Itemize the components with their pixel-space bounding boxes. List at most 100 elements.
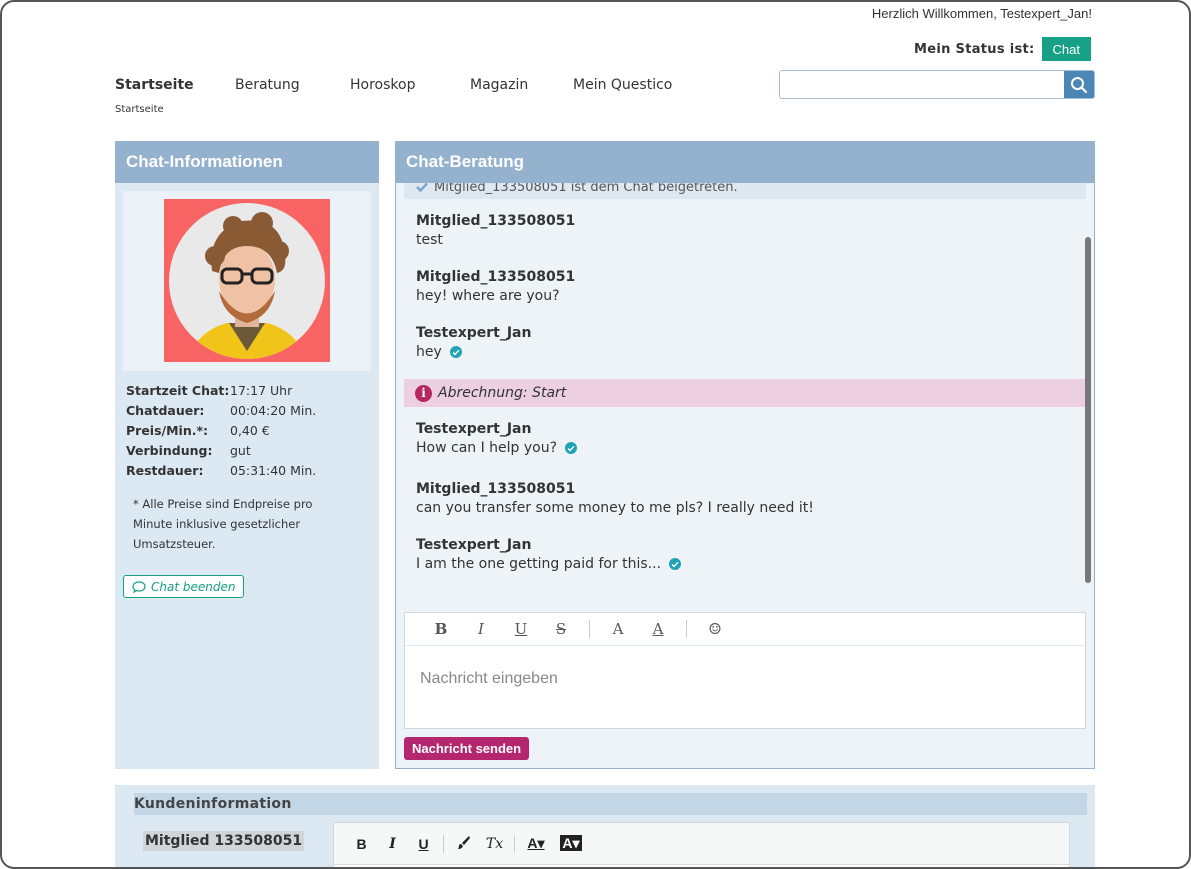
message-author: Testexpert_Jan [416, 325, 532, 341]
nav-item-beratung[interactable]: Beratung [235, 77, 350, 93]
message-body: How can I help you? [416, 440, 558, 456]
message-text: hey! where are you? [416, 288, 575, 304]
info-key: Startzeit Chat: [126, 382, 230, 398]
info-value: gut [230, 442, 251, 458]
info-row-restdauer: Restdauer: 05:31:40 Min. [126, 460, 379, 480]
billing-notice: i Abrechnung: Start [404, 379, 1086, 407]
info-row-preis: Preis/Min.*: 0,40 € [126, 420, 379, 440]
bold-button[interactable]: B [348, 836, 375, 852]
message-body: can you transfer some money to me pls? I… [416, 500, 814, 516]
customer-editor-toolbar: B I U Tx A▾ A▾ [334, 823, 1069, 865]
format-painter-button[interactable] [450, 835, 477, 853]
info-key: Restdauer: [126, 462, 204, 478]
info-key: Chatdauer: [126, 402, 205, 418]
message-author: Testexpert_Jan [416, 537, 532, 553]
info-value: 05:31:40 Min. [230, 462, 317, 478]
brush-icon [458, 835, 470, 849]
search-icon [1071, 76, 1088, 93]
search-button[interactable] [1064, 71, 1094, 98]
message-author: Mitglied_133508051 [416, 213, 576, 229]
avatar-box [123, 191, 371, 371]
info-key: Verbindung: [126, 442, 213, 458]
info-row-chatdauer: Chatdauer: 00:04:20 Min. [126, 400, 379, 420]
status-button[interactable]: Chat [1041, 37, 1091, 61]
chat-title: Chat-Beratung [395, 141, 1095, 183]
avatar [164, 199, 330, 362]
chat-message: Mitglied_133508051 hey! where are you? [416, 269, 575, 304]
message-body: I am the one getting paid for this... [416, 556, 662, 572]
bg-color-button[interactable]: A▾ [555, 835, 587, 852]
editor-toolbar: B I U S A A ☺ [405, 613, 1085, 646]
end-chat-label: Chat beenden [151, 579, 236, 594]
chat-message: Testexpert_Jan I am the one getting paid… [416, 537, 682, 572]
chat-message: Testexpert_Jan hey [416, 325, 531, 360]
toolbar-divider [589, 620, 590, 638]
chat-panel: Chat-Beratung Mitglied_133508051 ist dem… [395, 141, 1095, 769]
system-join-notice: Mitglied_133508051 ist dem Chat beigetre… [404, 183, 1086, 199]
message-text: I am the one getting paid for this... [416, 556, 682, 572]
message-author: Testexpert_Jan [416, 421, 532, 437]
info-value: 0,40 € [230, 422, 270, 438]
nav-item-magazin[interactable]: Magazin [470, 77, 573, 93]
message-text: How can I help you? [416, 440, 578, 456]
bold-button[interactable]: B [421, 620, 461, 638]
end-chat-button[interactable]: Chat beenden [123, 575, 245, 598]
check-icon [416, 183, 428, 192]
app-window: Herzlich Willkommen, Testexpert_Jan! Mei… [0, 0, 1191, 869]
read-check-icon [669, 558, 682, 570]
info-row-verbindung: Verbindung: gut [126, 440, 379, 460]
nav-item-startseite[interactable]: Startseite [115, 77, 235, 93]
status-area: Mein Status ist: Chat [914, 37, 1091, 61]
search-input[interactable] [780, 71, 1064, 98]
customer-info-title: Kundeninformation [134, 793, 1087, 815]
customer-info-panel: Kundeninformation Mitglied 133508051 B I… [115, 785, 1095, 867]
speech-bubble-icon [132, 580, 146, 593]
message-body: hey! where are you? [416, 288, 560, 304]
info-icon: i [415, 384, 432, 402]
message-body: test [416, 232, 443, 248]
nav-item-mein-questico[interactable]: Mein Questico [573, 77, 672, 93]
info-value: 17:17 Uhr [230, 382, 293, 398]
highlight-button[interactable]: A [638, 620, 678, 638]
status-label: Mein Status ist: [914, 41, 1035, 57]
bg-color-label: A▾ [560, 835, 582, 851]
price-note: * Alle Preise sind Endpreise pro Minute … [133, 497, 313, 551]
avatar-image [169, 202, 325, 359]
read-check-icon [449, 346, 462, 358]
message-body: hey [416, 344, 442, 360]
nav-item-horoskop[interactable]: Horoskop [350, 77, 470, 93]
chat-message: Mitglied_133508051 can you transfer some… [416, 481, 814, 516]
chat-info-panel: Chat-Informationen Startzeit Chat: 17:17… [115, 141, 379, 769]
message-list[interactable]: Mitglied_133508051 ist dem Chat beigetre… [404, 183, 1086, 605]
strikethrough-button[interactable]: S [541, 620, 581, 638]
emoji-button[interactable]: ☺ [695, 620, 735, 638]
breadcrumb: Startseite [115, 104, 164, 115]
message-editor: B I U S A A ☺ Nachricht eingeben [404, 612, 1086, 729]
underline-button[interactable]: U [501, 620, 541, 638]
search-box [779, 70, 1095, 99]
italic-button[interactable]: I [461, 620, 501, 638]
welcome-text: Herzlich Willkommen, Testexpert_Jan! [871, 6, 1092, 21]
toolbar-divider [514, 834, 515, 853]
message-scrollbar[interactable] [1085, 237, 1091, 583]
chat-info-title: Chat-Informationen [115, 141, 379, 183]
message-text: test [416, 232, 575, 248]
clear-format-button[interactable]: Tx [481, 836, 508, 852]
message-text: can you transfer some money to me pls? I… [416, 500, 814, 516]
toolbar-divider [443, 834, 444, 853]
message-input[interactable]: Nachricht eingeben [405, 646, 1085, 712]
send-message-button[interactable]: Nachricht senden [404, 737, 530, 760]
customer-name: Mitglied 133508051 [143, 831, 305, 851]
text-color-button[interactable]: A▾ [521, 835, 551, 852]
info-value: 00:04:20 Min. [230, 402, 317, 418]
message-text: hey [416, 344, 531, 360]
billing-text: Abrechnung: Start [438, 385, 567, 401]
italic-button[interactable]: I [379, 836, 406, 852]
underline-button[interactable]: U [410, 836, 437, 852]
message-author: Mitglied_133508051 [416, 269, 576, 285]
chat-message: Testexpert_Jan How can I help you? [416, 421, 578, 456]
main-nav: Startseite Beratung Horoskop Magazin Mei… [115, 77, 672, 93]
info-row-startzeit: Startzeit Chat: 17:17 Uhr [126, 380, 379, 400]
font-color-button[interactable]: A [598, 620, 638, 638]
read-check-icon [565, 442, 578, 454]
